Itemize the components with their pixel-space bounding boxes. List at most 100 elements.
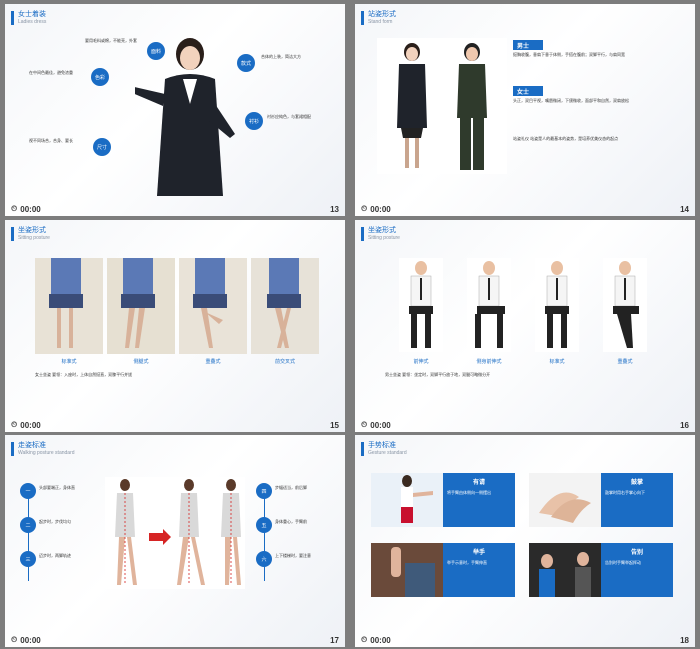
slide-subtitle: Stand form (368, 19, 393, 25)
caption-side-forward: 侧身前伸式 (476, 359, 502, 365)
header-accent-bar (361, 442, 364, 456)
slide-footer: ⏲ 00:00 15 (5, 418, 345, 432)
slide-header: 走姿标准 Walking posture standard (11, 441, 75, 457)
step-two-marker: 二 (20, 517, 36, 533)
men-label: 男士 (513, 40, 543, 50)
footer-time: ⏲ 00:00 (11, 420, 41, 430)
header-accent-bar (11, 442, 14, 456)
slide-number: 13 (330, 204, 339, 214)
caption-overlap: 重叠式 (205, 359, 221, 365)
slide-title: 站姿形式 (368, 11, 396, 18)
gesture-farewell-title: 告别 (630, 550, 643, 556)
slide-thumbnail-13[interactable]: 女士着装 Ladies dress 面料 色彩 尺寸 款式 衬衫 要用毛料或棉，… (5, 4, 345, 216)
slide-title: 坐姿形式 (368, 227, 396, 234)
label-size: 尺寸 (93, 138, 111, 156)
man-sitting-photo-4 (603, 258, 647, 352)
slide-title: 女士着装 (18, 11, 46, 18)
clock-icon: ⏲ (11, 420, 18, 429)
footer-time: ⏲ 00:00 (11, 204, 41, 214)
step-four-marker: 四 (256, 483, 272, 499)
gesture-clap-title: 鼓掌 (630, 480, 643, 486)
gesture-invite-panel: 有请 将手臂由体侧向一侧摆出 (443, 473, 515, 527)
mens-sitting-text: 男士坐姿 要领：坐定时，双脚平行放于地，双腿可略微分开 (385, 372, 491, 377)
slide-subtitle: Walking posture standard (18, 450, 75, 456)
slide-header: 坐姿形式 Sitting posture (11, 226, 50, 242)
men-text: 挺胸收腹，垂肩下垂于体侧，手搭在腹前；双脚平行，与肩同宽 (513, 52, 625, 57)
slide-sorter-grid: 女士着装 Ladies dress 面料 色彩 尺寸 款式 衬衫 要用毛料或棉，… (0, 0, 700, 649)
women-text: 头正，双目平视，嘴唇微闭，下颌微收，面部平和自然，双肩放松 (513, 98, 629, 103)
step-six-marker: 六 (256, 551, 272, 567)
shirt-text: 衬衫应纯色，与套裙相配 (267, 114, 311, 119)
gesture-clap-photo (529, 473, 601, 527)
label-style: 款式 (237, 54, 255, 72)
style-text: 合体的上装，简洁大方 (261, 54, 301, 59)
clock-icon: ⏲ (361, 420, 368, 429)
sitting-photo-4 (251, 258, 319, 354)
caption-standard: 标准式 (549, 359, 565, 365)
gesture-invite-text: 将手臂由体侧向一侧摆出 (447, 490, 491, 495)
slide-number: 17 (330, 635, 339, 645)
slide-header: 女士着装 Ladies dress (11, 10, 46, 26)
caption-forward: 前伸式 (413, 359, 429, 365)
right-steps-line (264, 491, 265, 581)
sitting-photo-2 (107, 258, 175, 354)
caption-side-leg: 侧腿式 (133, 359, 149, 365)
slide-header: 坐姿形式 Sitting posture (361, 226, 400, 242)
slide-number: 15 (330, 420, 339, 430)
gesture-farewell-photo (529, 543, 601, 597)
caption-standard: 标准式 (61, 359, 77, 365)
clock-icon: ⏲ (361, 635, 368, 644)
slide-thumbnail-18[interactable]: 手势标准 Gesture standard 有请 将手臂由体侧向一侧摆出 鼓掌 … (355, 435, 695, 647)
ladies-sitting-text: 女士坐姿 要领：入座时，上体自然挺直，双膝平行并拢 (35, 372, 133, 377)
header-accent-bar (361, 11, 364, 25)
gesture-raise-hand-title: 举手 (472, 550, 485, 556)
slide-thumbnail-17[interactable]: 走姿标准 Walking posture standard 一 二 三 头部要端… (5, 435, 345, 647)
gesture-farewell-text: 告别时手臂举起挥动 (605, 560, 641, 565)
color-text: 在中间色最佳，避免浓重 (29, 70, 73, 75)
footer-time: ⏲ 00:00 (11, 635, 41, 645)
walking-woman-photo (105, 477, 245, 589)
footer-time: ⏲ 00:00 (361, 204, 391, 214)
slide-subtitle: Ladies dress (18, 19, 47, 25)
sitting-photo-3 (179, 258, 247, 354)
size-text: 视不同场合，合身、要长 (29, 138, 73, 143)
step-two-text: 起步时，步伐均匀 (39, 519, 71, 524)
standing-couple-photo (377, 38, 507, 174)
step-four-text: 步幅适当，前后脚 (275, 485, 307, 490)
man-sitting-photo-1 (399, 258, 443, 352)
gesture-clap-text: 鼓掌时用右手掌心向下 (605, 490, 645, 495)
gesture-clap-panel: 鼓掌 鼓掌时用右手掌心向下 (601, 473, 673, 527)
slide-thumbnail-15[interactable]: 坐姿形式 Sitting posture 标准式 侧腿式 重叠式 前交叉式 女士… (5, 220, 345, 432)
slide-title: 走姿标准 (18, 442, 46, 449)
gesture-raise-hand-text: 举手示意时，手臂伸直 (447, 560, 487, 565)
header-accent-bar (11, 11, 14, 25)
step-one-marker: 一 (20, 483, 36, 499)
sitting-photo-1 (35, 258, 103, 354)
slide-thumbnail-14[interactable]: 站姿形式 Stand form 男士 挺胸收腹，垂肩下垂于体侧，手搭在腹前；双脚… (355, 4, 695, 216)
gesture-raise-hand-photo (371, 543, 443, 597)
footer-time: ⏲ 00:00 (361, 635, 391, 645)
slide-subtitle: Sitting posture (18, 235, 50, 241)
footer-time: ⏲ 00:00 (361, 420, 391, 430)
man-sitting-photo-3 (535, 258, 579, 352)
slide-thumbnail-16[interactable]: 坐姿形式 Sitting posture 前伸式 侧身前伸式 标准式 重叠式 男… (355, 220, 695, 432)
step-six-text: 上下楼梯时，要注意 (275, 553, 311, 558)
slide-footer: ⏲ 00:00 14 (355, 202, 695, 216)
step-one-text: 头部要端正，身体直 (39, 485, 75, 490)
label-shirt: 衬衫 (245, 112, 263, 130)
caption-cross: 前交叉式 (274, 359, 295, 365)
gesture-invite-photo (371, 473, 443, 527)
slide-footer: ⏲ 00:00 18 (355, 633, 695, 647)
slide-number: 18 (680, 635, 689, 645)
slide-number: 14 (680, 204, 689, 214)
slide-title: 坐姿形式 (18, 227, 46, 234)
man-sitting-photo-2 (467, 258, 511, 352)
gesture-raise-hand-panel: 举手 举手示意时，手臂伸直 (443, 543, 515, 597)
gesture-farewell-panel: 告别 告别时手臂举起挥动 (601, 543, 673, 597)
fabric-text: 要用毛料或棉，不能亮，外套 (85, 38, 137, 43)
women-label: 女士 (513, 86, 543, 96)
header-accent-bar (11, 227, 14, 241)
header-accent-bar (361, 227, 364, 241)
slide-footer: ⏲ 00:00 13 (5, 202, 345, 216)
left-steps-line (28, 491, 29, 581)
